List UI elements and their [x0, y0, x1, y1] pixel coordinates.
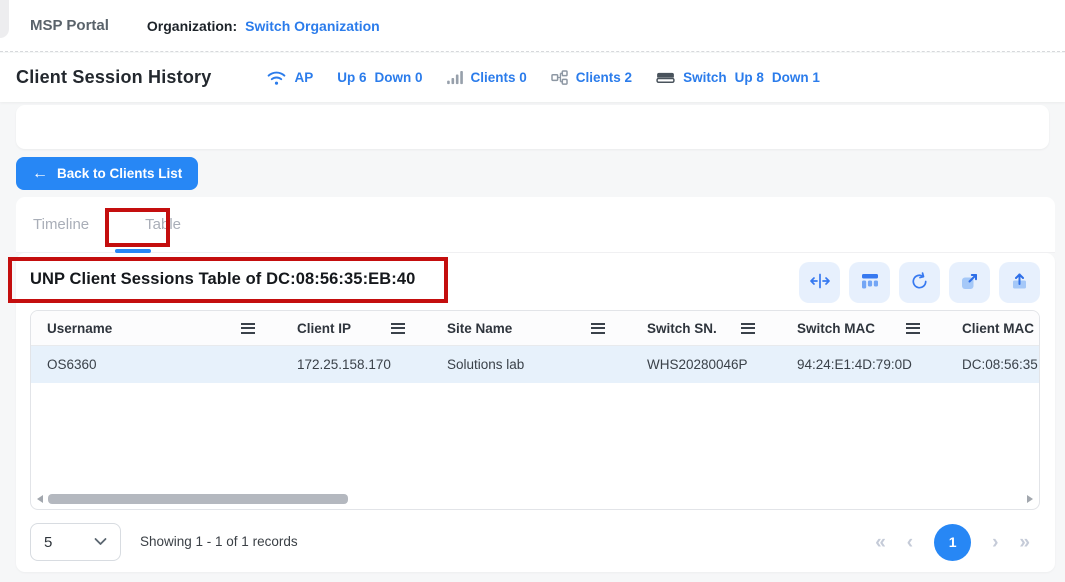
page-title: Client Session History — [16, 67, 211, 88]
switch-icon — [656, 71, 675, 85]
sidebar-edge — [0, 0, 9, 38]
column-menu-icon[interactable] — [241, 323, 255, 334]
active-tab-indicator — [115, 249, 151, 253]
columns-icon — [860, 271, 880, 294]
cell-username: OS6360 — [31, 357, 281, 372]
column-header-switch-sn: Switch SN. — [631, 311, 781, 345]
clients-topology-icon — [551, 70, 568, 85]
page-header: Client Session History AP Up 6 Down 0 — [0, 53, 1065, 102]
showing-records-text: Showing 1 - 1 of 1 records — [140, 534, 298, 549]
scroll-right-icon[interactable] — [1027, 495, 1033, 503]
navbar-brand: MSP Portal — [30, 17, 109, 34]
column-header-site-name: Site Name — [431, 311, 631, 345]
chevron-down-icon — [94, 533, 107, 551]
cell-client-ip: 172.25.158.170 — [281, 357, 431, 372]
empty-panel — [16, 105, 1049, 149]
next-page-button[interactable]: › — [992, 533, 998, 552]
pagination: « ‹ 1 › » — [875, 523, 1030, 561]
current-page-button[interactable]: 1 — [934, 524, 971, 561]
open-external-icon — [959, 271, 980, 295]
sessions-table-card: UNP Client Sessions Table of DC:08:56:35… — [16, 253, 1055, 572]
organization-link[interactable]: Switch Organization — [245, 18, 380, 34]
device-status-bar: AP Up 6 Down 0 Clients 0 — [267, 70, 819, 86]
client-session-history-page: MSP Portal Organization: Switch Organiza… — [0, 0, 1065, 582]
column-menu-icon[interactable] — [391, 323, 405, 334]
export-icon — [1009, 271, 1030, 295]
table-row[interactable]: OS6360 172.25.158.170 Solutions lab WHS2… — [31, 346, 1039, 383]
sessions-table: Username Client IP Site Name Switch SN. … — [30, 310, 1040, 510]
sessions-table-title: UNP Client Sessions Table of DC:08:56:35… — [30, 270, 415, 289]
stat-ap-up: Up 6 — [337, 70, 366, 85]
export-button[interactable] — [999, 262, 1040, 303]
refresh-button[interactable] — [899, 262, 940, 303]
top-navbar: MSP Portal Organization: Switch Organiza… — [0, 0, 1065, 52]
scrollbar-thumb[interactable] — [48, 494, 348, 504]
tabs-bar: Timeline Table — [16, 197, 1055, 253]
column-header-username: Username — [31, 311, 281, 345]
back-arrow-icon: ← — [32, 166, 48, 182]
stat-switch-up: Up 8 — [735, 70, 764, 85]
back-button-label: Back to Clients List — [57, 166, 182, 181]
open-external-button[interactable] — [949, 262, 990, 303]
cell-switch-mac: 94:24:E1:4D:79:0D — [781, 357, 946, 372]
wifi-icon — [267, 70, 286, 86]
stat-switch-down: Down 1 — [772, 70, 820, 85]
column-menu-icon[interactable] — [741, 323, 755, 334]
refresh-icon — [909, 271, 930, 295]
organization-label: Organization: — [147, 18, 237, 34]
column-header-switch-mac: Switch MAC — [781, 311, 946, 345]
stat-ap-down: Down 0 — [374, 70, 422, 85]
table-toolbar — [799, 262, 1040, 303]
column-menu-icon[interactable] — [906, 323, 920, 334]
column-header-client-mac: Client MAC — [946, 311, 1040, 345]
last-page-button[interactable]: » — [1019, 533, 1030, 552]
stat-switch-label: Switch — [683, 70, 727, 85]
back-to-clients-button[interactable]: ← Back to Clients List — [16, 157, 198, 190]
tab-table[interactable]: Table — [145, 216, 181, 233]
stat-clients-topology: Clients 2 — [576, 70, 632, 85]
column-resize-button[interactable] — [799, 262, 840, 303]
prev-page-button[interactable]: ‹ — [907, 533, 913, 552]
scroll-left-icon[interactable] — [37, 495, 43, 503]
signal-bars-icon — [447, 71, 463, 85]
column-menu-icon[interactable] — [591, 323, 605, 334]
column-header-client-ip: Client IP — [281, 311, 431, 345]
table-header-row: Username Client IP Site Name Switch SN. … — [31, 311, 1039, 346]
page-size-select[interactable]: 5 — [30, 523, 121, 561]
stat-clients-signal: Clients 0 — [471, 70, 527, 85]
horizontal-scrollbar[interactable] — [31, 494, 1039, 505]
page-size-value: 5 — [44, 534, 52, 551]
cell-site-name: Solutions lab — [431, 357, 631, 372]
cell-switch-sn: WHS20280046P — [631, 357, 781, 372]
cell-client-mac: DC:08:56:35:EB:40 — [946, 357, 1040, 372]
stat-ap-label: AP — [294, 70, 313, 85]
columns-button[interactable] — [849, 262, 890, 303]
column-resize-icon — [809, 271, 831, 294]
first-page-button[interactable]: « — [875, 533, 886, 552]
tab-timeline[interactable]: Timeline — [33, 216, 89, 233]
